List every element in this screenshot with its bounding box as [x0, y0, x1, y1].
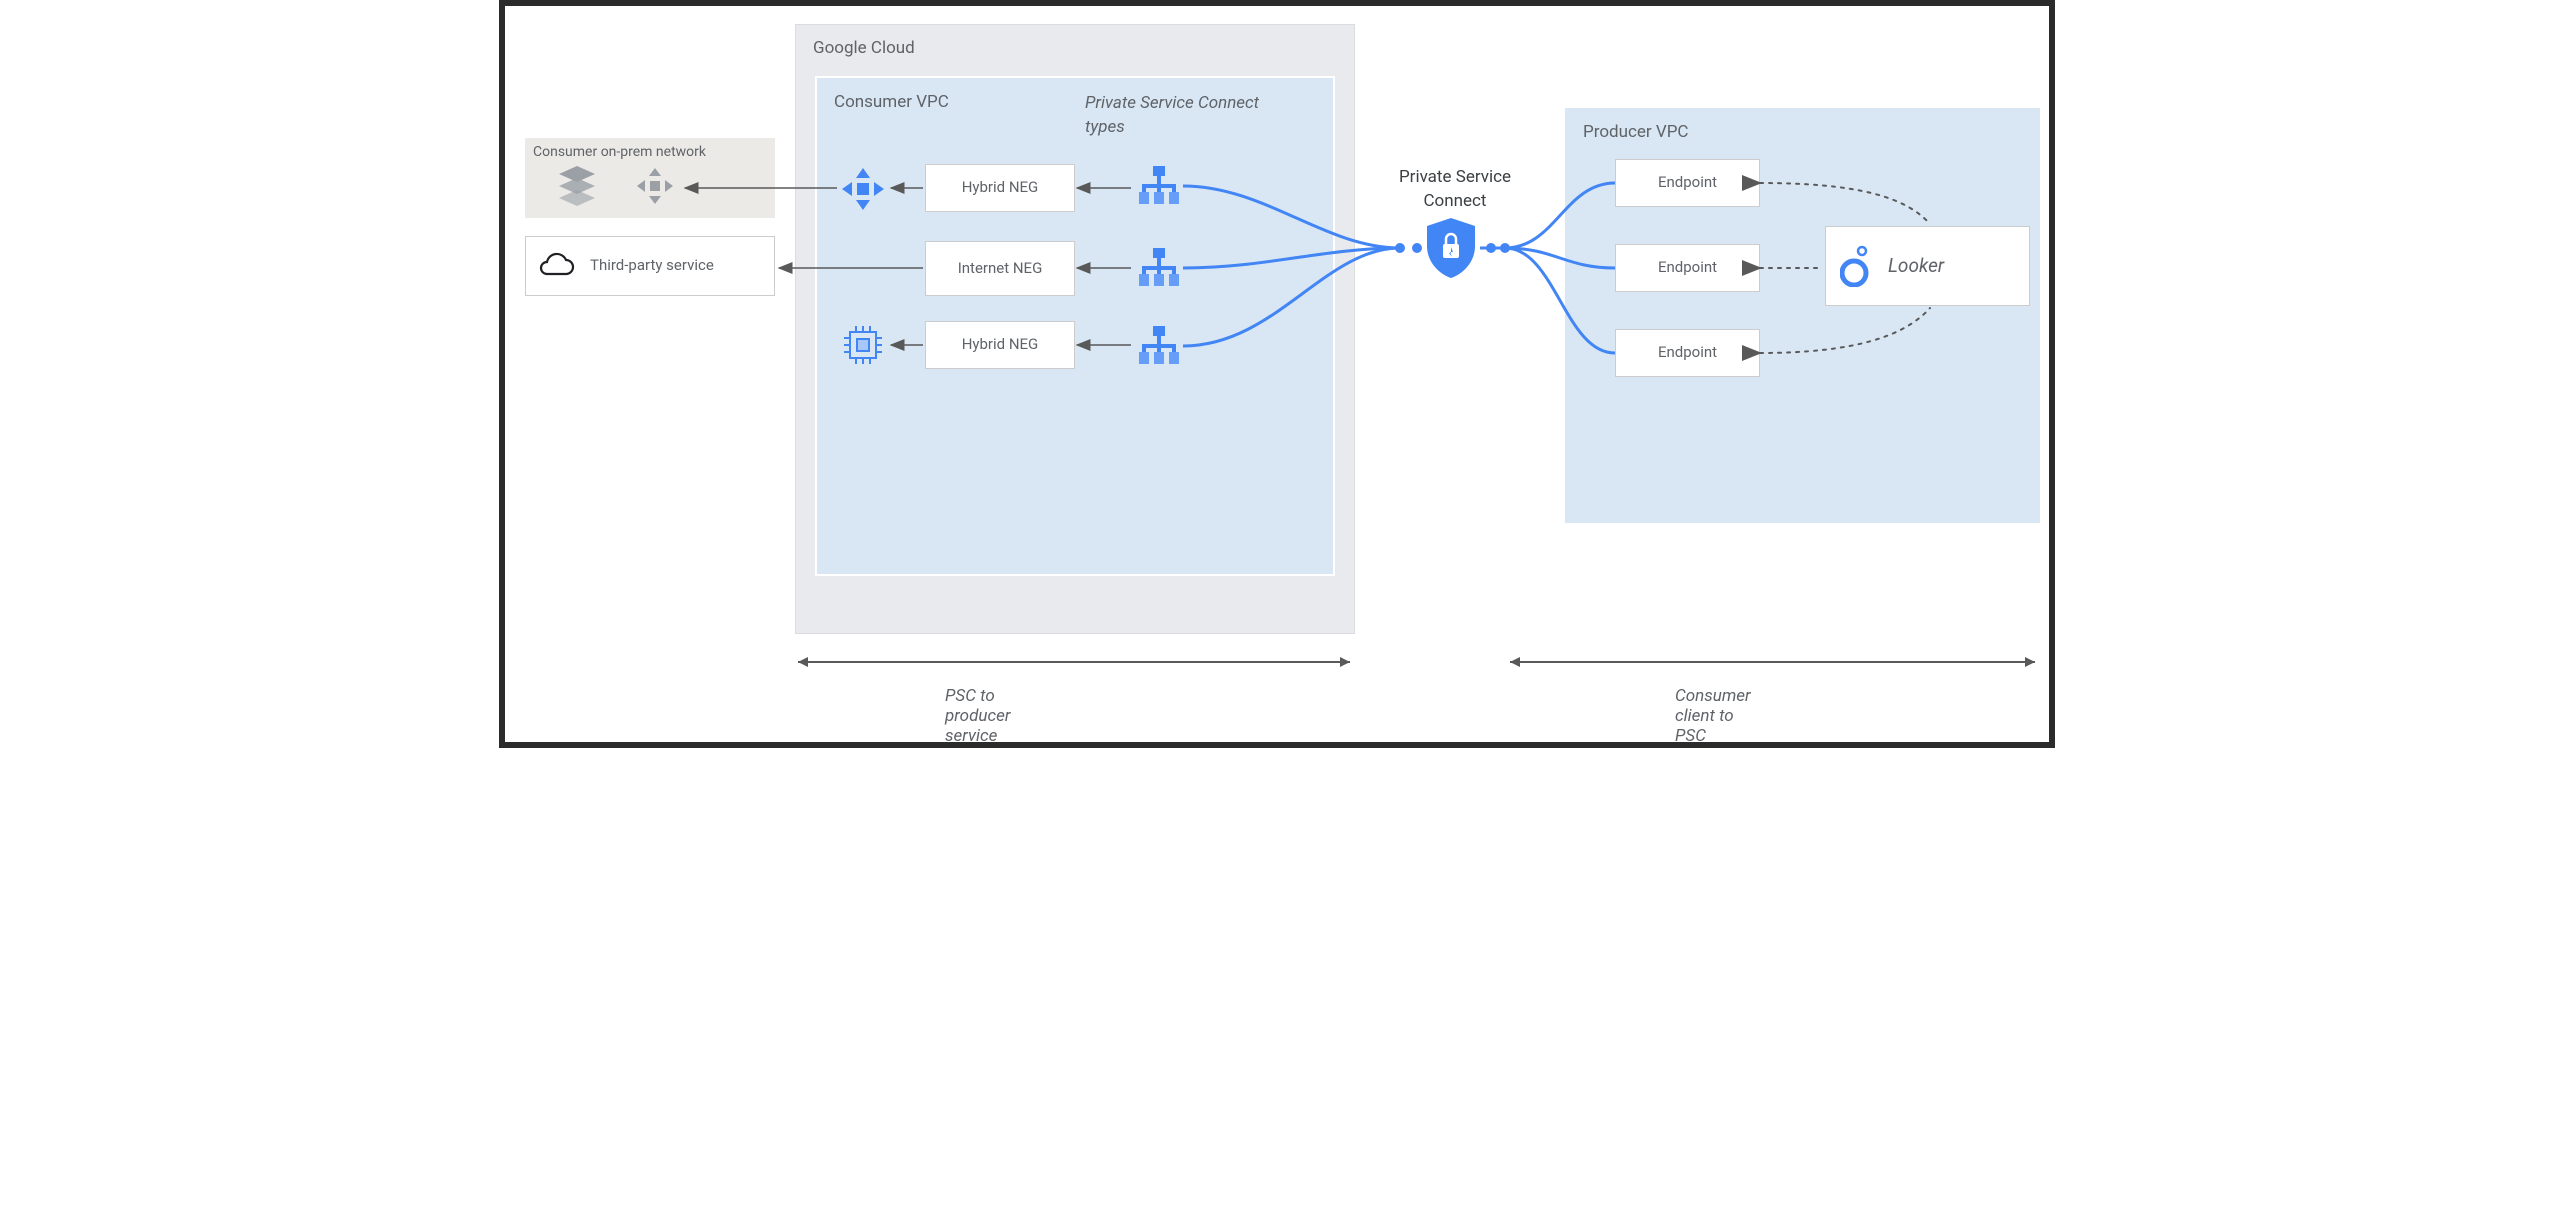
- consumer-vpc-region: [815, 76, 1335, 576]
- producer-vpc-label: Producer VPC: [1583, 122, 1688, 142]
- load-balancer-icon: [1135, 246, 1183, 290]
- hybrid-neg-2-box: Hybrid NEG: [925, 321, 1075, 369]
- third-party-label: Third-party service: [590, 256, 714, 276]
- consumer-onprem-label: Consumer on-prem network: [533, 144, 706, 160]
- load-balancer-icon: [1135, 164, 1183, 208]
- looker-icon: [1840, 245, 1874, 287]
- security-shield-icon: [1423, 216, 1479, 280]
- cloud-icon: [536, 252, 576, 280]
- internet-neg-box: Internet NEG: [925, 241, 1075, 296]
- psc-types-label: Private Service Connect types: [1085, 92, 1265, 140]
- left-span-label: PSC to producer service: [945, 686, 1010, 746]
- right-span-arrow: [1510, 661, 2035, 663]
- diagram-frame: Google Cloud Consumer VPC Private Servic…: [499, 0, 2055, 748]
- looker-box: Looker: [1825, 226, 2030, 306]
- endpoint-1-box: Endpoint: [1615, 159, 1760, 207]
- psc-center-label: Private Service Connect: [1375, 166, 1535, 214]
- load-balancer-icon: [1135, 324, 1183, 368]
- hub-icon: [635, 166, 675, 206]
- expand-arrows-icon: [840, 166, 886, 212]
- left-span-arrow: [798, 661, 1350, 663]
- looker-label: Looker: [1888, 254, 1944, 279]
- database-icon: [555, 164, 599, 208]
- cpu-chip-icon: [840, 322, 886, 368]
- hybrid-neg-1-box: Hybrid NEG: [925, 164, 1075, 212]
- right-span-label: Consumer client to PSC: [1675, 686, 1751, 746]
- endpoint-3-box: Endpoint: [1615, 329, 1760, 377]
- google-cloud-label: Google Cloud: [813, 38, 915, 58]
- third-party-service-box: Third-party service: [525, 236, 775, 296]
- consumer-vpc-label: Consumer VPC: [834, 92, 949, 112]
- endpoint-2-box: Endpoint: [1615, 244, 1760, 292]
